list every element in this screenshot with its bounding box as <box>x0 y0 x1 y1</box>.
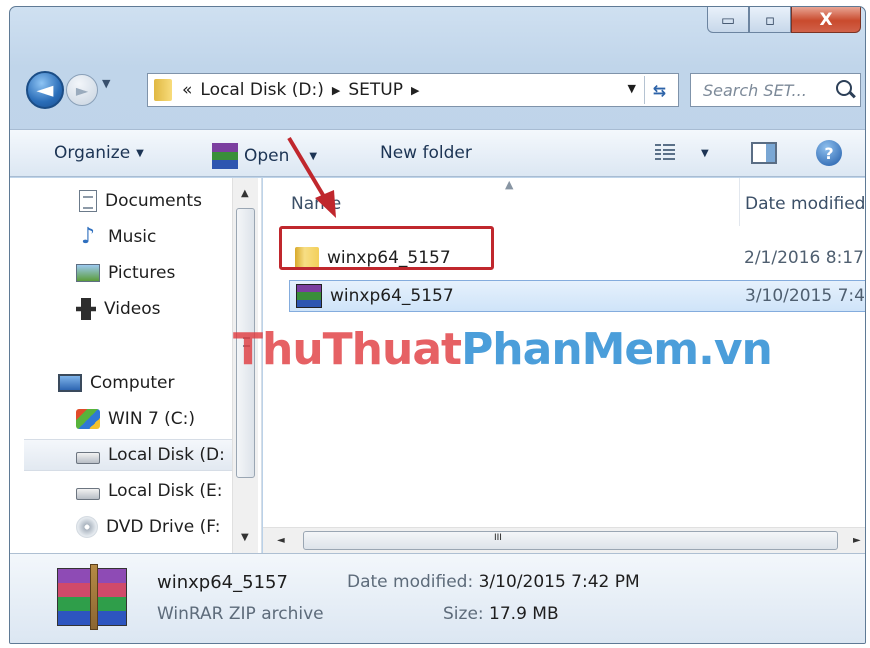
column-header-date-modified[interactable]: Date modified <box>745 194 865 214</box>
videos-icon <box>76 298 96 320</box>
pictures-icon <box>76 264 100 282</box>
scrollbar-thumb[interactable]: III <box>303 531 838 550</box>
drive-icon <box>76 452 100 464</box>
help-icon[interactable]: ? <box>816 140 842 166</box>
sidebar-item-label: Documents <box>105 191 202 211</box>
caret-down-icon: ▼ <box>309 150 318 162</box>
preview-pane-icon[interactable] <box>751 142 777 164</box>
breadcrumb-local-disk-d[interactable]: Local Disk (D:) <box>200 80 323 100</box>
sidebar-item-computer[interactable]: Computer <box>58 367 175 399</box>
drive-icon <box>76 488 100 500</box>
breadcrumb-overflow[interactable]: « <box>182 80 192 100</box>
size-label: Size: <box>443 604 484 624</box>
music-icon: ♪ <box>80 224 96 249</box>
sidebar-item-label: Local Disk (D: <box>108 445 225 465</box>
scrollbar-grip: III <box>494 533 502 543</box>
open-label: Open <box>244 146 290 166</box>
column-header-name[interactable]: Name <box>291 194 341 214</box>
column-divider[interactable] <box>739 178 740 226</box>
recent-pages-dropdown[interactable]: ▼ <box>102 77 110 90</box>
back-button[interactable]: ◄ <box>26 71 64 109</box>
file-name: winxp64_5157 <box>330 286 454 306</box>
file-list-horizontal-scrollbar[interactable]: ◄ III ► <box>263 527 865 553</box>
close-button[interactable]: X <box>791 7 861 33</box>
details-file-type: WinRAR ZIP archive <box>157 604 324 624</box>
details-size: Size: 17.9 MB <box>443 604 559 624</box>
sidebar-item-win7-c[interactable]: WIN 7 (C:) <box>76 403 195 435</box>
documents-icon <box>79 190 97 212</box>
new-folder-label: New folder <box>380 143 472 163</box>
windows-drive-icon <box>76 409 100 429</box>
sidebar-item-label: Local Disk (E: <box>108 481 223 501</box>
file-name-cell: winxp64_5157 <box>290 284 745 308</box>
search-placeholder: Search SET... <box>703 80 807 100</box>
table-row[interactable]: winxp64_5157 3/10/2015 7:4 <box>289 280 865 312</box>
breadcrumb-setup[interactable]: SETUP <box>348 80 403 100</box>
winrar-icon <box>212 143 238 170</box>
scroll-down-icon[interactable]: ▼ <box>241 532 249 543</box>
change-view-icon[interactable] <box>655 144 675 160</box>
watermark-part1: ThuThuat <box>233 324 462 375</box>
watermark-part2: PhanMem.vn <box>461 324 773 375</box>
new-folder-button[interactable]: New folder <box>380 143 472 163</box>
file-date: 3/10/2015 7:4 <box>745 286 865 306</box>
winrar-icon <box>296 284 322 308</box>
organize-label: Organize <box>54 143 131 163</box>
sidebar-item-dvd-drive[interactable]: DVD Drive (F: <box>76 511 220 543</box>
navigation-bar: ◄ ► ▼ « Local Disk (D:) ▶ SETUP ▶ ▼ ⇆ Se… <box>10 65 865 115</box>
search-input[interactable]: Search SET... <box>690 73 861 107</box>
sidebar-item-documents[interactable]: Documents <box>76 185 202 217</box>
date-modified-value: 3/10/2015 7:42 PM <box>478 572 640 592</box>
dvd-icon <box>76 516 98 538</box>
address-bar[interactable]: « Local Disk (D:) ▶ SETUP ▶ ▼ ⇆ <box>147 73 679 107</box>
sidebar-item-label: WIN 7 (C:) <box>108 409 196 429</box>
sidebar-item-label: DVD Drive (F: <box>106 517 221 537</box>
details-date-modified: Date modified: 3/10/2015 7:42 PM <box>347 572 640 592</box>
watermark: ThuThuatPhanMem.vn <box>233 324 773 375</box>
chevron-right-icon[interactable]: ▶ <box>332 84 340 97</box>
scroll-left-icon[interactable]: ◄ <box>277 535 285 546</box>
date-modified-label: Date modified: <box>347 572 474 592</box>
command-toolbar: Organize ▼ Open ▼ New folder ▼ ? <box>10 129 865 177</box>
sidebar-item-local-disk-d[interactable]: Local Disk (D: <box>24 439 232 471</box>
maximize-button[interactable]: ▫ <box>749 7 791 33</box>
sidebar-item-label: Computer <box>90 373 175 393</box>
details-pane: winxp64_5157 WinRAR ZIP archive Date mod… <box>10 553 865 643</box>
highlight-box <box>279 226 494 270</box>
scroll-right-icon[interactable]: ► <box>853 535 861 546</box>
size-value: 17.9 MB <box>489 604 559 624</box>
archive-strap-icon <box>90 564 98 630</box>
details-file-name: winxp64_5157 <box>157 572 288 593</box>
sidebar-item-videos[interactable]: Videos <box>76 293 161 325</box>
open-button[interactable]: Open ▼ <box>212 143 318 170</box>
refresh-icon[interactable]: ⇆ <box>644 76 674 104</box>
search-icon[interactable] <box>836 80 852 96</box>
navigation-pane: Documents ♪ Music Pictures Videos Comput… <box>10 178 262 553</box>
sidebar-item-label: Music <box>108 227 157 247</box>
folder-icon <box>154 79 172 101</box>
minimize-button[interactable]: ▭ <box>707 7 749 33</box>
sidebar-item-label: Videos <box>104 299 161 319</box>
sidebar-item-pictures[interactable]: Pictures <box>76 257 175 289</box>
chevron-right-icon[interactable]: ▶ <box>411 84 419 97</box>
sort-ascending-icon: ▲ <box>505 178 514 191</box>
breadcrumb: « Local Disk (D:) ▶ SETUP ▶ <box>182 80 419 100</box>
file-date: 2/1/2016 8:17 <box>744 248 864 268</box>
address-dropdown-icon[interactable]: ▼ <box>628 82 636 95</box>
sidebar-item-label: Pictures <box>108 263 176 283</box>
organize-button[interactable]: Organize ▼ <box>54 143 144 163</box>
sidebar-item-local-disk-e[interactable]: Local Disk (E: <box>76 475 222 507</box>
view-caret-down-icon[interactable]: ▼ <box>701 148 709 159</box>
sidebar-item-music[interactable]: ♪ Music <box>76 221 156 253</box>
forward-button[interactable]: ► <box>66 74 98 106</box>
scroll-up-icon[interactable]: ▲ <box>241 188 249 199</box>
caret-down-icon: ▼ <box>136 147 144 159</box>
computer-icon <box>58 374 82 392</box>
caption-buttons: ▭ ▫ X <box>707 7 861 33</box>
